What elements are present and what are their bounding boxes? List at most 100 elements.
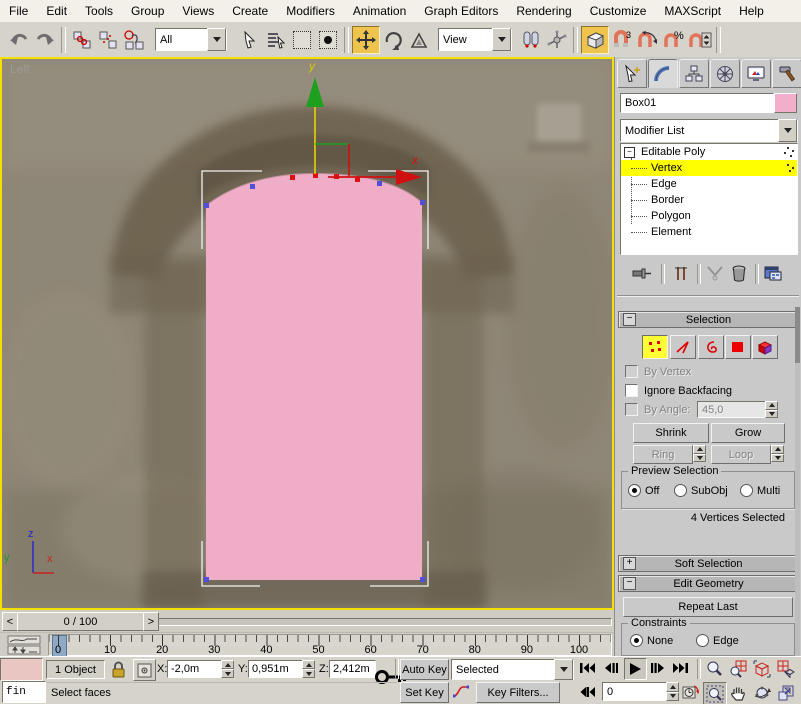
angle-snap-button[interactable] — [635, 27, 661, 53]
menu-item[interactable]: Graph Editors — [415, 2, 507, 20]
preview-subobj-radio[interactable] — [674, 484, 687, 497]
menu-item[interactable]: File — [0, 2, 37, 20]
go-to-start-button[interactable] — [578, 659, 597, 677]
preview-off-option[interactable]: Off — [628, 484, 659, 497]
select-and-move-button[interactable] — [352, 26, 380, 54]
preview-multi-option[interactable]: Multi — [740, 484, 780, 497]
dropdown-arrow-icon[interactable] — [207, 28, 226, 51]
collapse-icon[interactable]: − — [623, 577, 636, 590]
by-angle-spinner[interactable] — [765, 401, 778, 418]
menu-item[interactable]: MAXScript — [655, 2, 730, 20]
previous-frame-arrow-button[interactable]: < — [2, 612, 18, 631]
open-mini-curve-editor-button[interactable] — [4, 634, 44, 656]
rectangular-selection-region-button[interactable] — [289, 27, 315, 53]
track-bar-ruler[interactable]: 0102030405060708090100 — [48, 634, 612, 656]
pin-stack-button[interactable] — [629, 262, 653, 284]
modifier-list-dropdown[interactable]: Modifier List — [620, 119, 798, 142]
dropdown-arrow-icon[interactable] — [778, 119, 797, 142]
set-key-button[interactable]: Set Key — [400, 682, 449, 703]
constraints-edge-radio[interactable] — [696, 634, 709, 647]
bind-to-space-warp-button[interactable] — [121, 27, 147, 53]
ignore-backfacing-checkbox[interactable] — [625, 384, 638, 397]
menu-item[interactable]: Tools — [76, 2, 122, 20]
tab-modify[interactable] — [648, 59, 678, 88]
stack-item-polygon[interactable]: Polygon — [621, 208, 797, 224]
grow-button[interactable]: Grow — [711, 423, 785, 443]
tab-display[interactable] — [741, 59, 771, 88]
object-color-swatch[interactable] — [774, 93, 797, 113]
by-angle-checkbox[interactable] — [625, 403, 638, 416]
stack-item-vertex[interactable]: Vertex — [621, 160, 797, 176]
constraints-none-option[interactable]: None — [630, 634, 673, 647]
constraints-none-radio[interactable] — [630, 634, 643, 647]
configure-modifier-sets-button[interactable] — [761, 262, 785, 284]
z-coord-field[interactable]: 2,412m — [329, 660, 376, 678]
editable-poly-object[interactable] — [206, 173, 422, 580]
menu-item[interactable]: Views — [173, 2, 223, 20]
shrink-button[interactable]: Shrink — [633, 423, 709, 443]
percent-snap-button[interactable]: % — [661, 27, 687, 53]
snaps-toggle-button[interactable] — [581, 26, 609, 54]
maximize-viewport-toggle-button[interactable] — [775, 682, 797, 704]
polygon-mode-button[interactable] — [725, 335, 751, 359]
zoom-region-button[interactable] — [703, 682, 727, 704]
snap-3d-button[interactable]: 3 — [609, 27, 635, 53]
preview-multi-radio[interactable] — [740, 484, 753, 497]
collapse-icon[interactable]: − — [623, 313, 636, 326]
maxscript-mini-listener[interactable]: fin — [2, 681, 46, 703]
unlink-selection-button[interactable] — [95, 27, 121, 53]
make-unique-button[interactable] — [703, 262, 727, 284]
frame-spinner[interactable] — [666, 682, 679, 701]
menu-item[interactable]: Edit — [37, 2, 76, 20]
go-to-end-button[interactable] — [671, 659, 690, 677]
menu-item[interactable]: Animation — [344, 2, 415, 20]
stack-item-edge[interactable]: Edge — [621, 176, 797, 192]
zoom-button[interactable] — [703, 658, 725, 680]
menu-item[interactable]: Rendering — [507, 2, 580, 20]
orbit-button[interactable] — [751, 682, 773, 704]
tab-utilities[interactable] — [772, 59, 801, 88]
y-coord-spinner[interactable] — [302, 660, 315, 678]
key-mode-dropdown[interactable]: Selected — [451, 659, 574, 680]
window-crossing-toggle-button[interactable] — [315, 27, 341, 53]
select-object-button[interactable] — [237, 27, 263, 53]
menu-item[interactable]: Help — [730, 2, 773, 20]
panel-scrollbar-track[interactable] — [795, 307, 800, 656]
zoom-all-button[interactable] — [727, 658, 749, 680]
tab-motion[interactable] — [710, 59, 740, 88]
select-and-manipulate-button[interactable] — [544, 27, 570, 53]
select-by-name-button[interactable] — [263, 27, 289, 53]
selection-rollout-header[interactable]: − Selection — [618, 311, 797, 328]
previous-frame-button[interactable] — [602, 659, 621, 677]
select-and-rotate-button[interactable] — [380, 27, 406, 53]
selection-filter-dropdown[interactable]: All — [155, 28, 227, 51]
object-name-field[interactable]: Box01 — [620, 93, 774, 113]
stack-item-element[interactable]: Element — [621, 224, 797, 240]
viewport-label[interactable]: Left — [10, 62, 30, 76]
time-configuration-button[interactable] — [681, 683, 700, 701]
menu-item[interactable]: Customize — [581, 2, 656, 20]
spinner-snap-button[interactable] — [687, 27, 713, 53]
current-frame-field[interactable]: 0 — [602, 682, 670, 701]
vertex-mode-button[interactable] — [642, 335, 668, 359]
y-coord-field[interactable]: 0,951m — [248, 660, 305, 678]
select-and-scale-button[interactable] — [406, 27, 432, 53]
auto-key-button[interactable]: Auto Key — [400, 659, 449, 680]
dropdown-arrow-icon[interactable] — [554, 659, 573, 680]
show-end-result-button[interactable] — [669, 262, 693, 284]
select-and-link-button[interactable] — [69, 27, 95, 53]
key-filters-button[interactable]: Key Filters... — [476, 682, 560, 703]
stack-item-border[interactable]: Border — [621, 192, 797, 208]
play-button[interactable] — [624, 658, 647, 680]
x-coord-spinner[interactable] — [221, 660, 234, 678]
tab-create[interactable] — [617, 59, 647, 88]
default-in-out-tangents-button[interactable] — [451, 683, 471, 700]
x-coord-field[interactable]: -2,0m — [167, 660, 224, 678]
reference-coordinate-system-dropdown[interactable]: View — [438, 28, 512, 51]
tab-hierarchy[interactable] — [679, 59, 709, 88]
time-slider-button[interactable]: 0 / 100 — [17, 612, 144, 631]
ring-button[interactable]: Ring — [633, 445, 693, 464]
menu-item[interactable]: Group — [122, 2, 173, 20]
undo-button[interactable] — [6, 27, 32, 53]
element-mode-button[interactable] — [752, 335, 778, 359]
